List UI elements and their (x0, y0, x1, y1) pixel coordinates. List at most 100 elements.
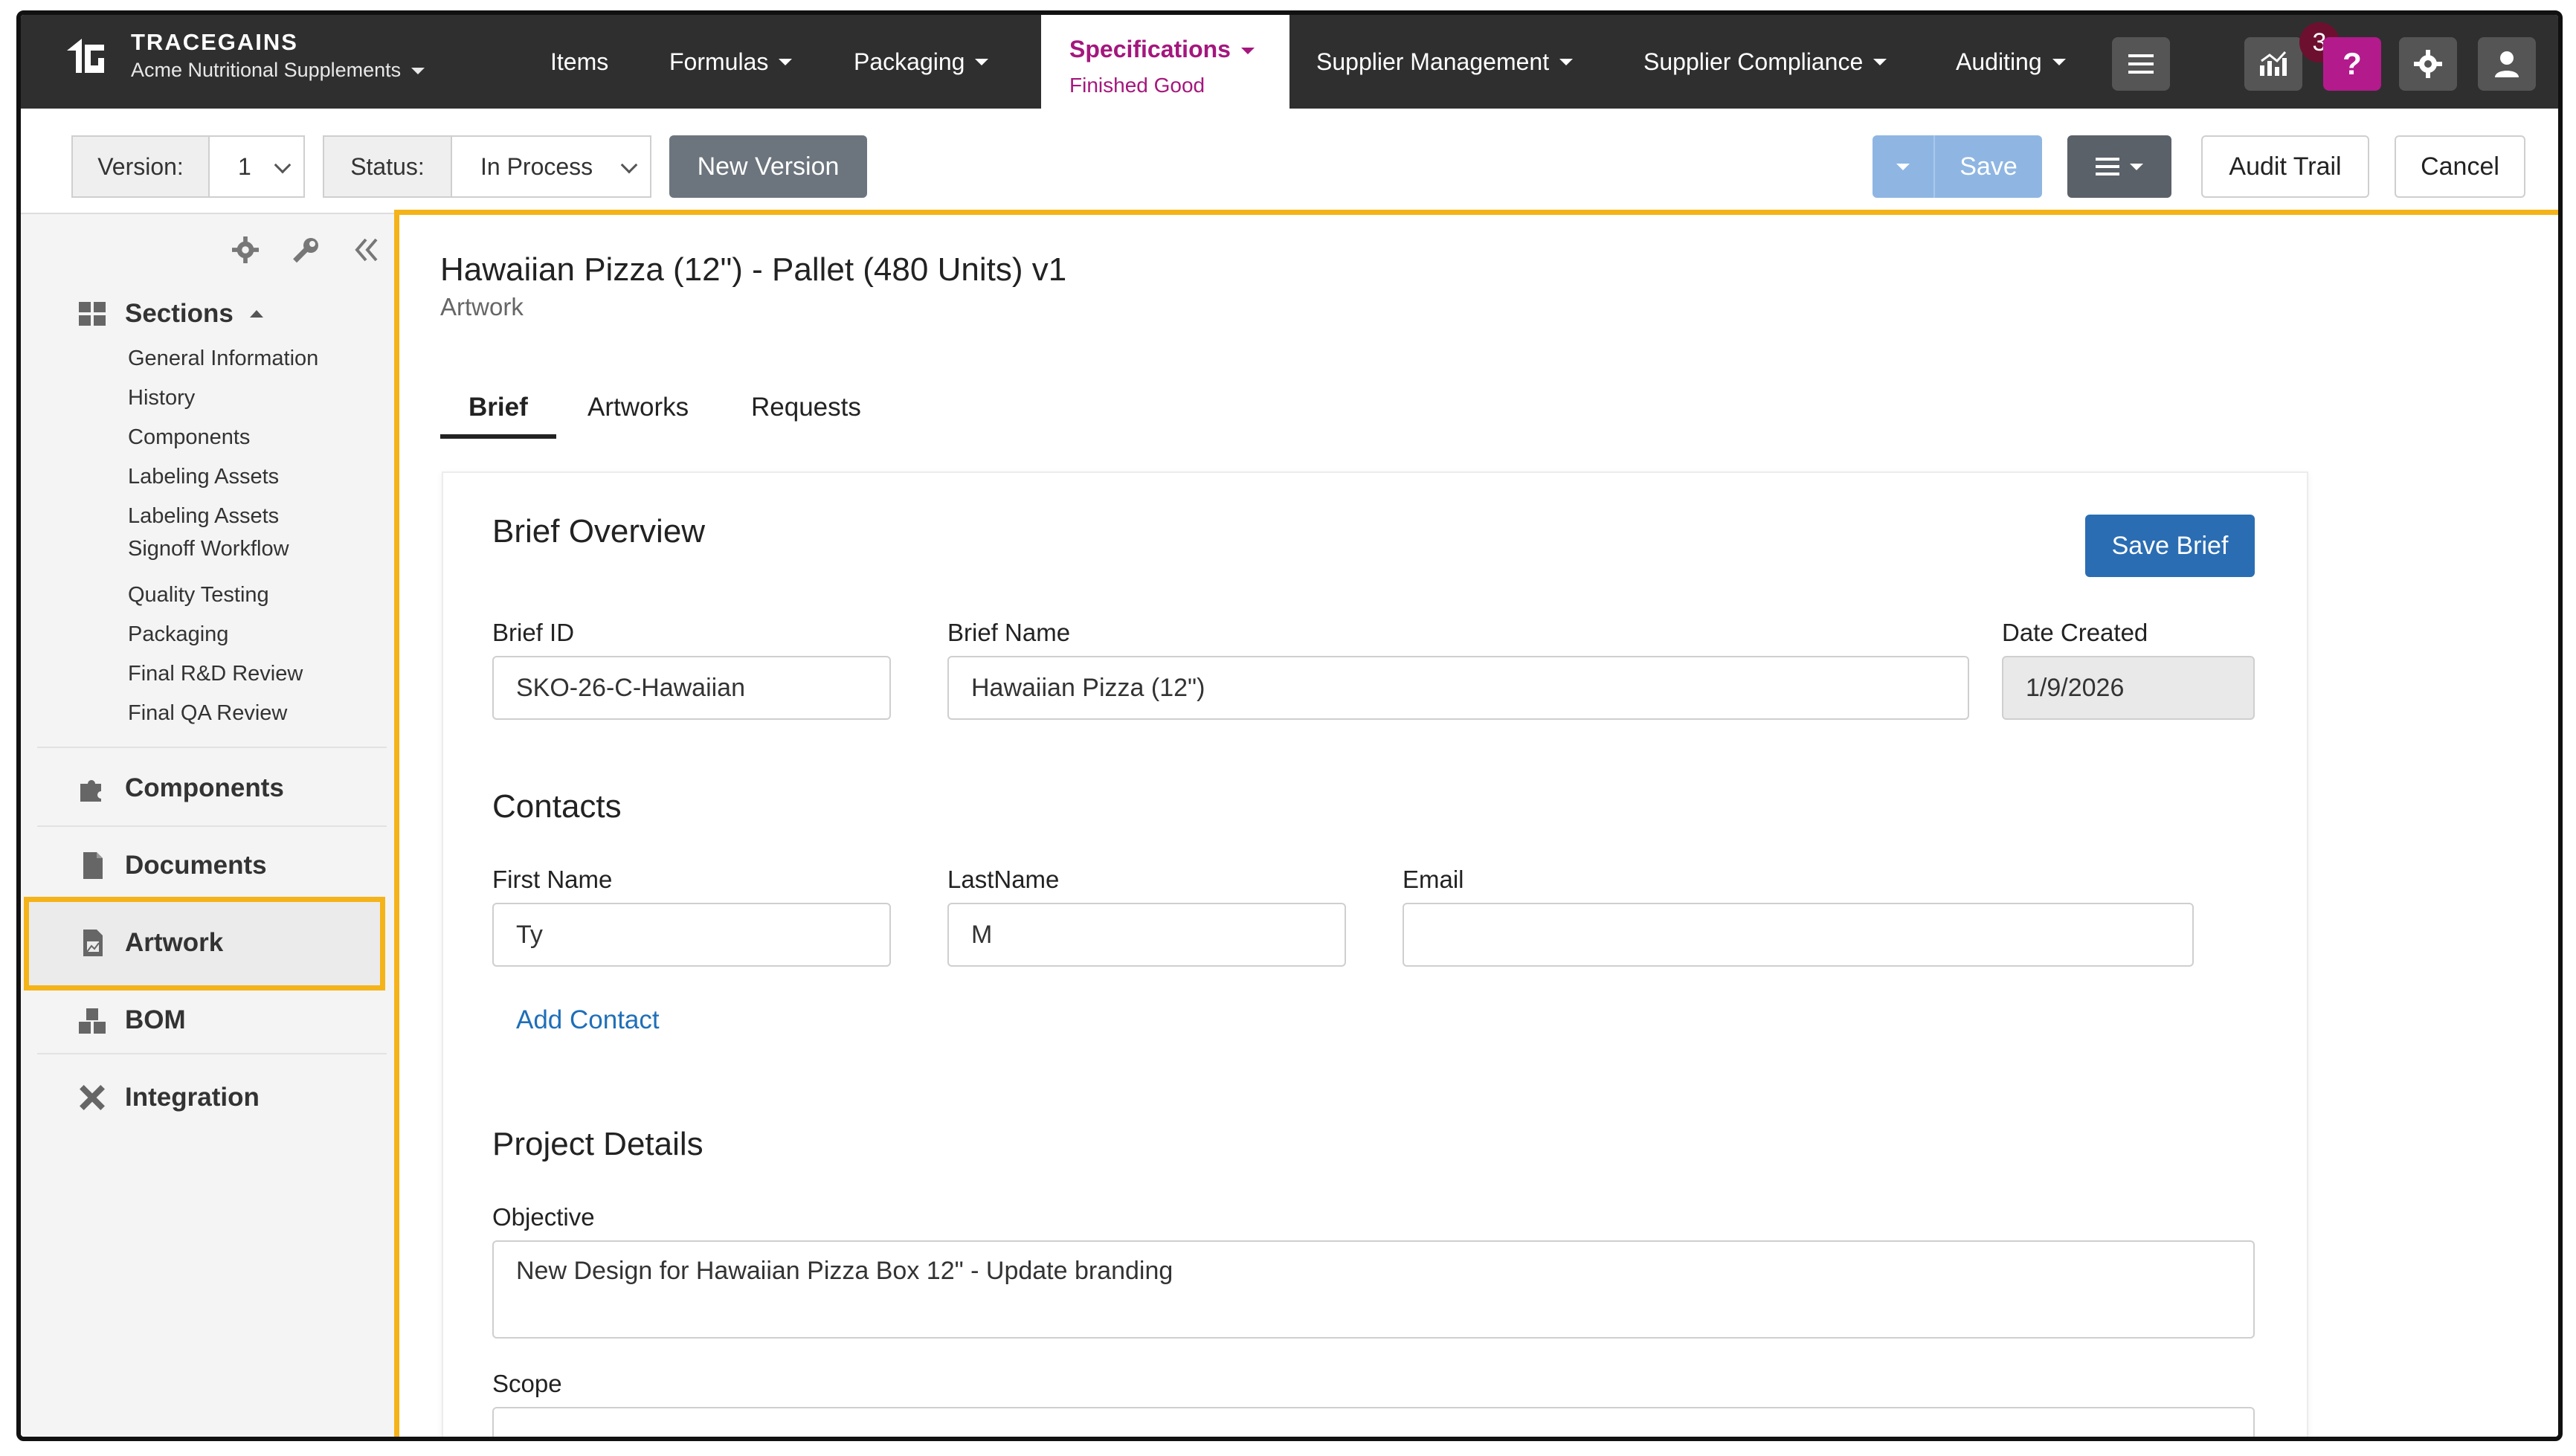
sidebar-tools (232, 236, 379, 265)
nav-supplier-compliance[interactable]: Supplier Compliance (1643, 15, 1887, 109)
status-value: In Process (480, 152, 593, 180)
brief-name-input[interactable]: Hawaiian Pizza (12") (947, 656, 1969, 720)
top-navigation: TRACEGAINS Acme Nutritional Supplements … (21, 15, 2558, 113)
sidebar-item-final-qa-review[interactable]: Final QA Review (128, 697, 287, 729)
email-label: Email (1403, 866, 1464, 893)
cancel-button[interactable]: Cancel (2395, 135, 2525, 198)
brief-id-input[interactable]: SKO-26-C-Hawaiian (492, 656, 891, 720)
first-name-label: First Name (492, 866, 613, 893)
sidebar-item-label: Labeling Assets (128, 504, 280, 528)
hamburger-icon (2128, 54, 2154, 74)
sidebar-item-label: BOM (125, 1005, 186, 1034)
sidebar-item-label: Components (125, 773, 284, 802)
sidebar-item-artwork[interactable]: Artwork (76, 927, 223, 959)
sections-label: Sections (125, 299, 234, 328)
new-version-button[interactable]: New Version (669, 135, 867, 198)
sidebar-item-label: Integration (125, 1083, 260, 1112)
nav-supplier-management[interactable]: Supplier Management (1316, 15, 1574, 109)
caret-up-icon (249, 310, 263, 318)
sidebar-item-label: Documents (125, 851, 267, 880)
analytics-button[interactable] (2244, 37, 2302, 91)
chevron-down-icon (620, 156, 638, 174)
divider (37, 1053, 387, 1054)
gear-icon[interactable] (232, 236, 259, 263)
actions-menu-button[interactable] (2067, 135, 2171, 198)
nav-supplier-management-label: Supplier Management (1316, 48, 1550, 75)
sidebar-item-label: Signoff Workflow (128, 537, 289, 561)
date-created-input: 1/9/2026 (2002, 656, 2255, 720)
save-button-group: Save (1873, 135, 2042, 198)
email-input[interactable] (1403, 903, 2194, 967)
tab-brief[interactable]: Brief (468, 393, 528, 422)
nav-packaging[interactable]: Packaging (854, 15, 989, 109)
caret-down-icon (1240, 48, 1255, 55)
sidebar-item-packaging[interactable]: Packaging (128, 618, 228, 651)
help-button[interactable]: ? (2323, 37, 2381, 91)
brand[interactable]: TRACEGAINS Acme Nutritional Supplements (59, 28, 425, 83)
sidebar: Sections General Information History Com… (21, 214, 394, 1437)
gear-icon (2414, 50, 2442, 78)
add-contact-link[interactable]: Add Contact (516, 1005, 660, 1035)
document-icon (83, 852, 103, 879)
sidebar-item-quality-testing[interactable]: Quality Testing (128, 579, 269, 611)
menu-button[interactable] (2112, 37, 2170, 91)
boxes-icon (79, 1008, 106, 1034)
caret-down-icon (779, 58, 793, 65)
chart-icon (2260, 51, 2287, 76)
user-icon (2495, 51, 2519, 77)
sidebar-item-components[interactable]: Components (128, 421, 250, 454)
save-button[interactable]: Save (1935, 135, 2042, 198)
sidebar-item-labeling-assets-signoff[interactable]: Labeling Assets Signoff Workflow (128, 500, 289, 565)
first-name-input[interactable]: Ty (492, 903, 891, 967)
toolbar: Version: 1 Status: In Process New Versio… (21, 109, 2558, 214)
objective-textarea[interactable]: New Design for Hawaiian Pizza Box 12" - … (492, 1240, 2255, 1339)
version-label: Version: (71, 135, 210, 198)
project-details-title: Project Details (492, 1126, 703, 1162)
settings-button[interactable] (2399, 37, 2457, 91)
question-icon: ? (2342, 46, 2362, 81)
sidebar-item-labeling-assets[interactable]: Labeling Assets (128, 460, 279, 493)
sidebar-item-history[interactable]: History (128, 381, 195, 414)
status-label: Status: (323, 135, 452, 198)
active-tab-indicator (440, 434, 556, 439)
list-icon (2096, 158, 2119, 175)
caret-down-icon (1873, 58, 1887, 65)
audit-trail-button[interactable]: Audit Trail (2201, 135, 2369, 198)
sidebar-item-general-information[interactable]: General Information (128, 342, 318, 375)
sidebar-item-documents[interactable]: Documents (76, 849, 267, 882)
last-name-input[interactable]: M (947, 903, 1346, 967)
sidebar-item-bom[interactable]: BOM (76, 1004, 186, 1037)
sidebar-item-label: Artwork (125, 928, 224, 957)
divider (37, 825, 387, 827)
scope-textarea[interactable] (492, 1407, 2255, 1437)
image-file-icon (83, 930, 103, 956)
app-window: TRACEGAINS Acme Nutritional Supplements … (16, 10, 2563, 1441)
divider (37, 747, 387, 748)
nav-supplier-compliance-label: Supplier Compliance (1643, 48, 1864, 75)
caret-down-icon (1559, 58, 1574, 65)
sidebar-sections-header[interactable]: Sections (76, 297, 263, 330)
collapse-chevrons-icon[interactable] (352, 236, 379, 263)
brief-id-label: Brief ID (492, 619, 575, 646)
org-selector[interactable]: Acme Nutritional Supplements (131, 57, 425, 83)
nav-packaging-label: Packaging (854, 48, 965, 75)
nav-specifications-sub: Finished Good (1069, 74, 1205, 97)
nav-items[interactable]: Items (550, 15, 608, 109)
save-dropdown-toggle[interactable] (1873, 135, 1935, 198)
nav-formulas[interactable]: Formulas (669, 15, 793, 109)
sidebar-item-final-rd-review[interactable]: Final R&D Review (128, 657, 303, 690)
user-button[interactable] (2478, 37, 2536, 91)
status-select[interactable]: In Process (451, 135, 651, 198)
tab-artworks[interactable]: Artworks (587, 393, 689, 422)
sidebar-item-components-main[interactable]: Components (76, 772, 284, 805)
org-name: Acme Nutritional Supplements (131, 59, 402, 81)
sidebar-item-integration[interactable]: Integration (76, 1081, 260, 1114)
save-brief-button[interactable]: Save Brief (2085, 515, 2255, 577)
wrench-icon[interactable] (292, 236, 320, 265)
chevron-down-icon (274, 156, 292, 174)
nav-specifications[interactable]: Specifications Finished Good (1041, 15, 1289, 113)
brief-overview-title: Brief Overview (492, 513, 706, 550)
nav-auditing[interactable]: Auditing (1956, 15, 2066, 109)
tab-requests[interactable]: Requests (751, 393, 861, 422)
version-select[interactable]: 1 (208, 135, 305, 198)
